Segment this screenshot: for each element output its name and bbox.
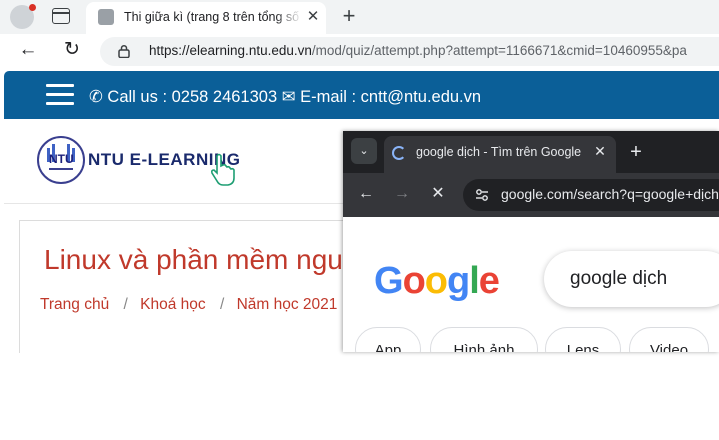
chip-video[interactable]: Video [629,327,709,352]
stop-loading-icon[interactable]: ✕ [428,184,448,204]
new-tab-button[interactable]: + [626,141,646,163]
contact-info: ✆ Call us : 0258 2461303 ✉ E-mail : cntt… [89,87,481,107]
chrome-url-text: google.com/search?q=google+dịch [501,186,719,202]
chrome-tab-title: google dịch - Tìm trên Google [416,145,582,159]
new-tab-button[interactable]: + [338,4,360,28]
breadcrumb-courses[interactable]: Khoá học [140,296,206,313]
close-tab-icon[interactable]: ✕ [304,7,322,27]
loading-spinner-icon [392,146,406,160]
search-query-text[interactable]: google dịch [570,268,667,290]
google-logo[interactable]: Google [374,260,500,303]
logo-abbreviation: NTU [49,152,74,166]
phone-icon: ✆ [89,88,103,106]
breadcrumb-home[interactable]: Trang chủ [40,296,109,313]
tab-actions-icon[interactable] [52,8,70,24]
pointing-hand-icon [210,153,235,186]
edge-tab-title: Thi giữa kì (trang 8 trên tổng số 1 [124,10,302,24]
chip-images[interactable]: Hình ảnh [430,327,538,352]
chip-lens[interactable]: Lens [545,327,621,352]
back-arrow-icon[interactable]: ← [356,184,376,204]
breadcrumb-separator: / [123,296,128,313]
breadcrumb-separator: / [219,296,225,313]
url-host: https://elearning.ntu.edu.vn [149,43,312,58]
tab-search-icon[interactable]: ⌄ [351,138,377,164]
url-path: /mod/quiz/attempt.php?attempt=1166671&cm… [311,43,687,58]
close-tab-icon[interactable]: ✕ [592,143,608,159]
email-label: E-mail : cntt@ntu.edu.vn [300,88,482,106]
site-info-icon[interactable] [474,187,490,203]
url-text: https://elearning.ntu.edu.vn/mod/quiz/at… [149,43,687,58]
phone-label: Call us : 0258 2461303 [107,88,278,106]
breadcrumb-year[interactable]: Năm học 2021 [237,296,338,313]
chip-apps[interactable]: App [355,327,421,352]
search-filter-chips: App Hình ảnh Lens Video [343,320,719,352]
hamburger-menu-icon[interactable] [46,84,74,106]
tab-favicon-icon [98,9,114,25]
breadcrumb: Trang chủ / Khoá học / Năm học 2021 [40,296,347,314]
lock-icon[interactable] [118,44,130,58]
notification-dot [29,4,36,11]
back-arrow-icon[interactable]: ← [16,38,40,62]
reload-icon[interactable]: ↻ [60,38,84,62]
mail-icon: ✉ [281,88,296,106]
forward-arrow-icon[interactable]: → [392,184,412,204]
